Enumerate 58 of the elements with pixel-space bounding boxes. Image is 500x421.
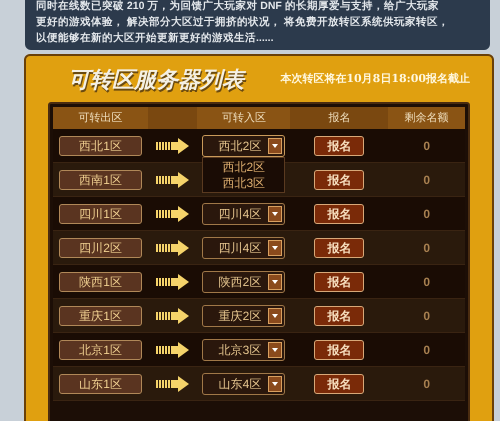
zone-select[interactable]: 四川4区	[202, 202, 286, 224]
dropdown-icon[interactable]	[268, 308, 282, 324]
dropdown-icon[interactable]	[268, 240, 282, 256]
remaining-count: 0	[423, 206, 430, 222]
register-button[interactable]: 报名	[314, 136, 364, 156]
panel-title: 可转区服务器列表	[68, 66, 244, 94]
remaining-count: 0	[423, 172, 430, 188]
dropdown-icon[interactable]	[268, 376, 282, 392]
intro-text: 同时在线数已突破 210 万，为回馈广大玩家对 DNF 的长期厚爱与支持，给广大玩家	[36, 0, 440, 14]
arrow-icon	[156, 138, 190, 154]
arrow-icon	[156, 172, 190, 188]
zone-select[interactable]: 西北2区	[202, 134, 286, 156]
arrow-icon	[156, 206, 190, 222]
source-zone-button[interactable]: 四川2区	[59, 238, 142, 258]
arrow-icon	[156, 342, 190, 358]
register-button[interactable]: 报名	[314, 272, 364, 292]
zone-select[interactable]: 四川4区	[202, 236, 286, 258]
column-header: 可转出区	[78, 110, 124, 126]
zone-select[interactable]: 重庆2区	[202, 304, 286, 326]
source-zone-button[interactable]: 山东1区	[59, 374, 142, 394]
register-button[interactable]: 报名	[314, 204, 364, 224]
source-zone-button[interactable]: 西南1区	[59, 170, 142, 190]
remaining-count: 0	[423, 138, 430, 154]
arrow-icon	[156, 274, 190, 290]
dropdown-icon[interactable]	[268, 206, 282, 222]
column-header: 报名	[290, 107, 388, 129]
register-button[interactable]: 报名	[314, 238, 364, 258]
column-header: 剩余名额	[404, 110, 450, 126]
remaining-count: 0	[423, 308, 430, 324]
source-zone-button[interactable]: 四川1区	[59, 204, 142, 224]
arrow-icon	[156, 308, 190, 324]
source-zone-button[interactable]: 西北1区	[59, 136, 142, 156]
remaining-count: 0	[423, 240, 430, 256]
source-zone-button[interactable]: 重庆1区	[59, 306, 142, 326]
dropdown-icon[interactable]	[268, 138, 282, 154]
zone-select[interactable]: 陕西2区	[202, 270, 286, 292]
register-button[interactable]: 报名	[314, 306, 364, 326]
source-zone-button[interactable]: 陕西1区	[59, 272, 142, 292]
dropdown-icon[interactable]	[268, 274, 282, 290]
remaining-count: 0	[423, 376, 430, 392]
arrow-icon	[156, 376, 190, 392]
zone-select[interactable]: 北京3区	[202, 338, 286, 360]
register-button[interactable]: 报名	[314, 340, 364, 360]
intro-text: 更好的游戏体验， 解决部分大区过于拥挤的状况， 将免费开放转区系统供玩家转区，	[36, 15, 450, 30]
dropdown-option[interactable]: 西北3区	[222, 174, 266, 190]
intro-text: 以便能够在新的大区开始更新更好的游戏生活......	[36, 31, 275, 46]
arrow-icon	[156, 240, 190, 256]
remaining-count: 0	[423, 274, 430, 290]
zone-select[interactable]: 山东4区	[202, 372, 286, 394]
dropdown-option[interactable]: 西北2区	[222, 158, 266, 174]
deadline-notice: 本次转区将在10月8日18:00报名截止	[280, 70, 470, 87]
source-zone-button[interactable]: 北京1区	[59, 340, 142, 360]
remaining-count: 0	[423, 342, 430, 358]
column-header: 可转入区	[220, 110, 267, 126]
dropdown-icon[interactable]	[268, 342, 282, 358]
register-button[interactable]: 报名	[314, 170, 364, 190]
register-button[interactable]: 报名	[314, 374, 364, 394]
header-cell	[148, 107, 198, 129]
